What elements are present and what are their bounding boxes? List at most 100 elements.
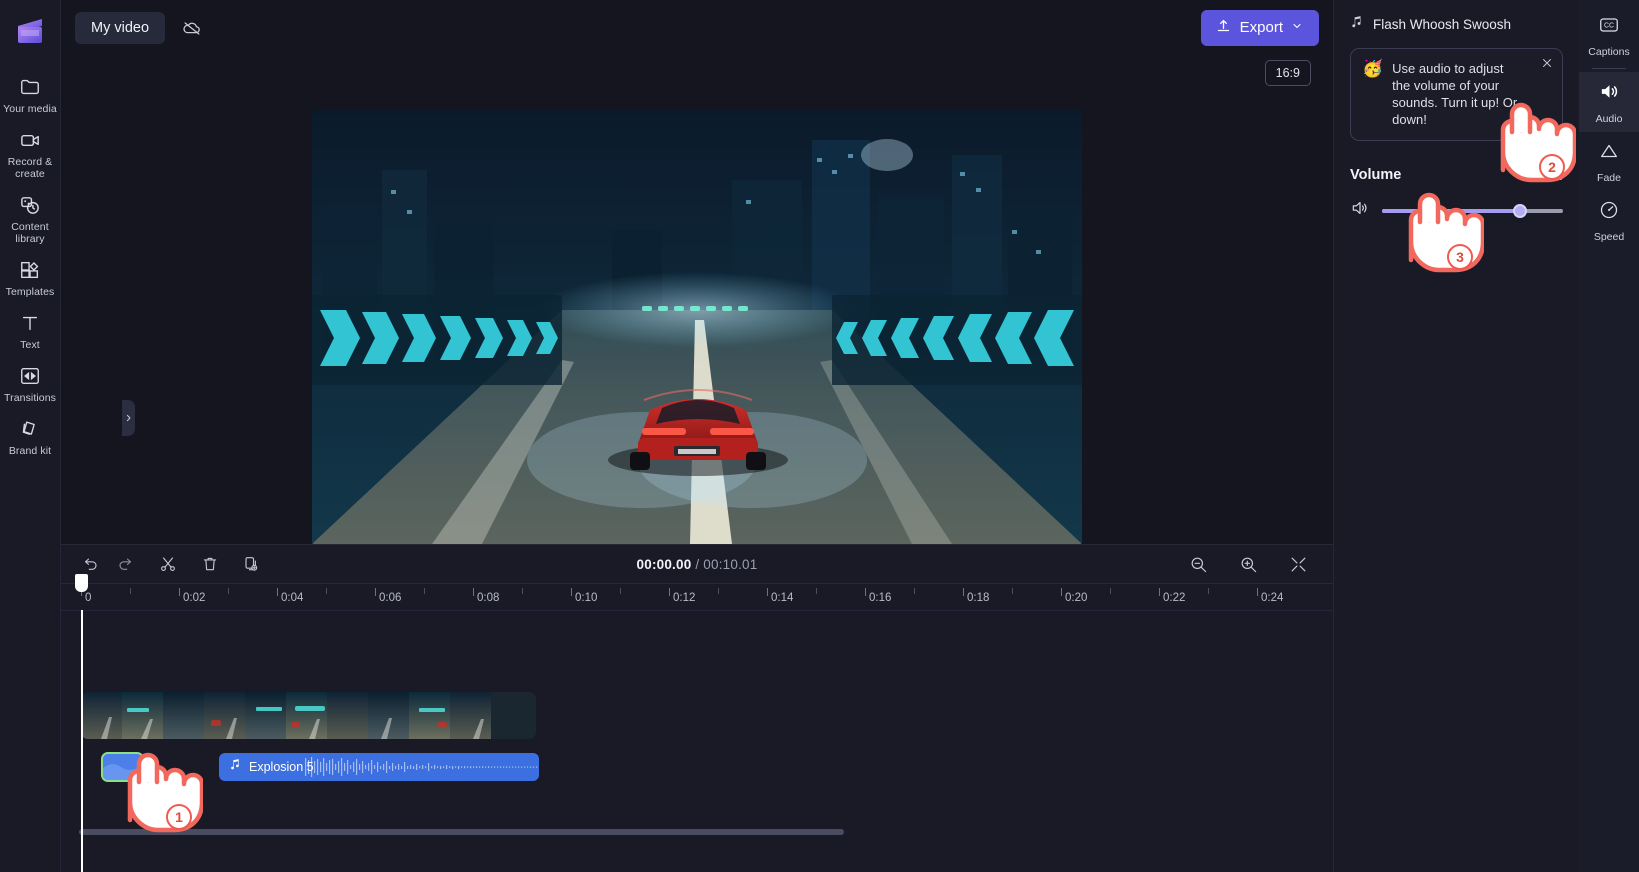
timeline-horizontal-scrollbar[interactable] bbox=[79, 829, 844, 835]
shapes-icon bbox=[18, 193, 42, 217]
sidebar-label: Brand kit bbox=[8, 445, 52, 457]
ruler-tick-label: 0:04 bbox=[281, 592, 304, 604]
right-sidebar: CC Captions Audio Fade Speed bbox=[1579, 0, 1639, 872]
party-face-emoji: 🥳 bbox=[1362, 59, 1384, 78]
divider bbox=[1592, 68, 1626, 69]
sidebar-label: Transitions bbox=[3, 392, 57, 404]
sidebar-item-brand-kit[interactable]: Brand kit bbox=[0, 410, 61, 463]
panel-title: Flash Whoosh Swoosh bbox=[1373, 16, 1512, 32]
text-icon bbox=[18, 311, 42, 335]
duplicate-icon[interactable] bbox=[237, 550, 267, 578]
ruler-tick-label: 0:22 bbox=[1163, 592, 1186, 604]
ruler-tick-label: 0:24 bbox=[1261, 592, 1284, 604]
audio-clip-label: Explosion 5 bbox=[249, 760, 314, 774]
volume-slider[interactable] bbox=[1382, 203, 1563, 218]
project-name-field[interactable]: My video bbox=[75, 11, 166, 44]
music-note-icon bbox=[229, 758, 242, 776]
volume-slider-row bbox=[1350, 198, 1563, 223]
split-icon[interactable] bbox=[153, 550, 183, 578]
sidebar-item-your-media[interactable]: Your media bbox=[0, 68, 61, 121]
volume-value: 153% bbox=[1528, 167, 1563, 183]
preview-area: 16:9 bbox=[61, 55, 1333, 634]
ruler-tick-label: 0:02 bbox=[183, 592, 206, 604]
sidebar-item-text[interactable]: Text bbox=[0, 304, 61, 357]
current-time: 00:00.00 bbox=[636, 556, 692, 572]
sidebar-label: Templates bbox=[5, 286, 55, 298]
speaker-icon[interactable] bbox=[1350, 198, 1370, 223]
right-rail-fade[interactable]: Fade bbox=[1579, 132, 1639, 191]
expand-left-panel-handle[interactable] bbox=[122, 400, 135, 436]
panel-header: Flash Whoosh Swoosh bbox=[1350, 0, 1563, 40]
ruler-tick-label: 0:16 bbox=[869, 592, 892, 604]
volume-slider-fill bbox=[1382, 208, 1520, 213]
right-rail-audio[interactable]: Audio bbox=[1579, 72, 1639, 132]
clipchamp-app: Your media Record & create Content libra… bbox=[0, 0, 1639, 872]
upload-icon bbox=[1215, 17, 1232, 38]
ruler-tick-label: 0 bbox=[85, 592, 92, 604]
timeline-tracks: Explosion 5 bbox=[61, 610, 1333, 872]
time-separator: / bbox=[695, 556, 700, 572]
sidebar-item-templates[interactable]: Templates bbox=[0, 251, 61, 304]
right-rail-label: Audio bbox=[1595, 113, 1623, 125]
tip-callout: 🥳 Use audio to adjust the volume of your… bbox=[1350, 48, 1563, 141]
video-track-clip[interactable] bbox=[81, 692, 536, 739]
timeline: 00:00.00 / 00:10.01 0 0:02 0:04 0:06 0:0… bbox=[61, 544, 1333, 872]
ruler-tick-label: 0:14 bbox=[771, 592, 794, 604]
ruler-tick-label: 0:18 bbox=[967, 592, 990, 604]
clipchamp-logo-icon[interactable] bbox=[12, 14, 48, 50]
music-note-icon bbox=[1350, 15, 1364, 34]
export-button[interactable]: Export bbox=[1200, 9, 1319, 46]
right-rail-captions[interactable]: CC Captions bbox=[1579, 6, 1639, 65]
timeline-toolbar: 00:00.00 / 00:10.01 bbox=[61, 545, 1333, 583]
right-rail-label: Fade bbox=[1597, 172, 1621, 184]
fit-to-screen-icon[interactable] bbox=[1283, 550, 1313, 578]
delete-icon[interactable] bbox=[195, 550, 225, 578]
audio-track-clip[interactable]: Explosion 5 bbox=[219, 753, 539, 781]
zoom-out-icon[interactable] bbox=[1183, 550, 1213, 578]
templates-icon bbox=[18, 258, 42, 282]
ruler-tick-label: 0:12 bbox=[673, 592, 696, 604]
export-label: Export bbox=[1239, 19, 1283, 36]
ruler-tick-label: 0:06 bbox=[379, 592, 402, 604]
playhead[interactable] bbox=[75, 574, 88, 592]
ruler-tick-label: 0:10 bbox=[575, 592, 598, 604]
speaker-icon bbox=[1598, 80, 1621, 108]
chevron-down-icon bbox=[1291, 19, 1303, 36]
aspect-ratio-button[interactable]: 16:9 bbox=[1264, 60, 1311, 86]
right-rail-label: Captions bbox=[1588, 46, 1630, 58]
close-icon[interactable] bbox=[1540, 56, 1554, 75]
video-preview[interactable] bbox=[312, 110, 1082, 544]
sidebar-item-record-create[interactable]: Record & create bbox=[0, 121, 61, 186]
right-rail-speed[interactable]: Speed bbox=[1579, 191, 1639, 250]
left-sidebar: Your media Record & create Content libra… bbox=[0, 0, 61, 872]
sidebar-item-content-library[interactable]: Content library bbox=[0, 186, 61, 251]
right-rail-label: Speed bbox=[1593, 231, 1625, 243]
cloud-off-icon[interactable] bbox=[175, 12, 209, 44]
ruler-tick-label: 0:20 bbox=[1065, 592, 1088, 604]
sidebar-label: Content library bbox=[11, 221, 49, 245]
zoom-in-icon[interactable] bbox=[1233, 550, 1263, 578]
fade-icon bbox=[1598, 140, 1620, 167]
ruler-tick-label: 0:08 bbox=[477, 592, 500, 604]
folder-icon bbox=[18, 75, 42, 99]
cc-icon: CC bbox=[1598, 14, 1620, 41]
brand-kit-icon bbox=[18, 417, 42, 441]
tip-text: Use audio to adjust the volume of your s… bbox=[1392, 61, 1518, 127]
speedometer-icon bbox=[1598, 199, 1620, 226]
total-time: 00:10.01 bbox=[703, 556, 758, 572]
timeline-ruler[interactable]: 0 0:02 0:04 0:06 0:08 0:10 0:12 0:14 0:1… bbox=[61, 574, 1333, 611]
video-camera-icon bbox=[18, 128, 42, 152]
svg-text:CC: CC bbox=[1604, 22, 1614, 29]
sidebar-label: Text bbox=[20, 339, 40, 351]
volume-slider-knob[interactable] bbox=[1512, 203, 1527, 218]
sidebar-item-transitions[interactable]: Transitions bbox=[0, 357, 61, 410]
top-bar: My video Export bbox=[61, 0, 1333, 55]
selected-audio-clip[interactable] bbox=[101, 752, 144, 782]
main-area: My video Export 16:9 00:00.00 / 00:10.01… bbox=[61, 0, 1333, 872]
properties-panel: Flash Whoosh Swoosh 🥳 Use audio to adjus… bbox=[1333, 0, 1579, 872]
redo-icon[interactable] bbox=[111, 550, 141, 578]
transitions-icon bbox=[18, 364, 42, 388]
playhead-line bbox=[81, 610, 83, 872]
volume-row: Volume 153% bbox=[1350, 167, 1563, 183]
sidebar-label: Your media bbox=[3, 103, 57, 115]
